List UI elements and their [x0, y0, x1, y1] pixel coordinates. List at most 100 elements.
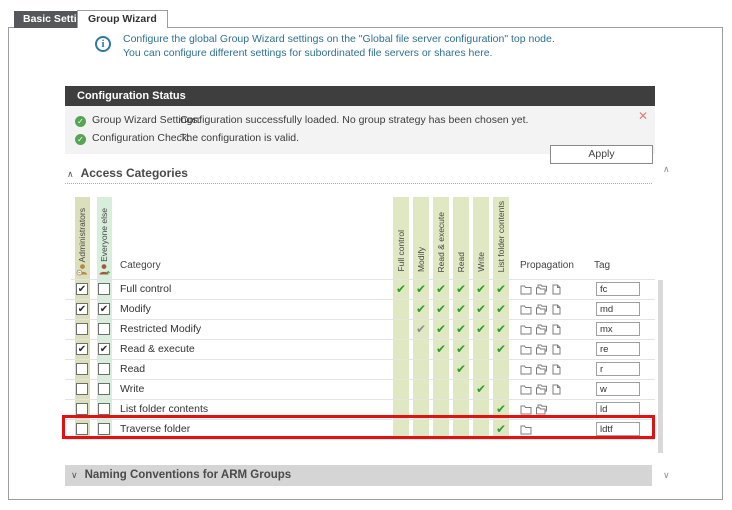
configuration-status-panel: Configuration Status ✓ Group Wizard Setti…: [65, 86, 655, 164]
everyone-checkbox[interactable]: ✔: [98, 343, 110, 355]
file-icon: [552, 364, 561, 375]
success-check-icon: ✓: [75, 116, 86, 127]
folder-icon: [520, 425, 532, 435]
check-mark: ✔: [435, 322, 447, 336]
folder-icon: [520, 365, 532, 375]
info-line-2: You can configure different settings for…: [123, 46, 493, 59]
status-item-message: The configuration is valid.: [180, 132, 300, 144]
category-label: List folder contents: [120, 403, 209, 415]
column-header-tag: Tag: [594, 260, 611, 271]
check-mark: ✔: [475, 382, 487, 396]
admin-checkbox[interactable]: ✔: [76, 343, 88, 355]
close-icon[interactable]: ✕: [638, 109, 648, 123]
category-label: Traverse folder: [120, 423, 191, 435]
check-mark: ✔: [495, 402, 507, 416]
collapse-up-icon: ∧: [67, 169, 74, 179]
column-header-list-folder-contents: List folder contents: [496, 200, 506, 272]
scrollbar-thumb[interactable]: [658, 280, 663, 453]
check-mark: ✔: [455, 322, 467, 336]
everyone-checkbox[interactable]: [98, 283, 110, 295]
admin-checkbox[interactable]: ✔: [76, 283, 88, 295]
propagation-icons: [520, 364, 561, 375]
naming-conventions-header[interactable]: ∨ Naming Conventions for ARM Groups: [65, 465, 652, 486]
file-icon: [552, 304, 561, 315]
propagation-icons: [520, 424, 532, 435]
tag-input[interactable]: [596, 322, 640, 336]
admin-checkbox[interactable]: [76, 363, 88, 375]
column-header-write: Write: [476, 252, 486, 272]
scroll-up-icon[interactable]: ∧: [663, 164, 670, 175]
status-item-label: Configuration Check:: [92, 132, 191, 144]
tab-group-wizard[interactable]: Group Wizard: [77, 10, 168, 28]
everyone-checkbox[interactable]: [98, 423, 110, 435]
table-row-read-execute: ✔ ✔ Read & execute ✔ ✔ ✔: [65, 340, 655, 360]
check-mark-grey: ✔: [415, 322, 427, 336]
table-row-read: Read ✔: [65, 360, 655, 380]
folder-icon: [520, 345, 532, 355]
category-label: Read & execute: [120, 343, 195, 355]
admin-checkbox[interactable]: [76, 383, 88, 395]
category-label: Write: [120, 383, 145, 395]
everyone-person-icon: [98, 263, 111, 279]
admin-key-icon: [76, 263, 89, 279]
access-categories-table: Administrators Everyone else Full contro…: [65, 195, 655, 445]
propagation-icons: [520, 324, 561, 335]
check-mark: ✔: [435, 302, 447, 316]
scroll-down-icon[interactable]: ∨: [663, 470, 670, 481]
check-mark: ✔: [455, 342, 467, 356]
admin-checkbox[interactable]: ✔: [76, 303, 88, 315]
table-row-full-control: ✔ Full control ✔ ✔ ✔ ✔ ✔ ✔: [65, 280, 655, 300]
propagation-icons: [520, 384, 561, 395]
collapse-down-icon: ∨: [71, 470, 78, 480]
tag-input[interactable]: [596, 422, 640, 436]
subfolders-icon: [536, 304, 547, 315]
column-header-everyone-else: Everyone else: [99, 208, 109, 262]
category-label: Modify: [120, 303, 151, 315]
everyone-checkbox[interactable]: [98, 403, 110, 415]
propagation-icons: [520, 284, 561, 295]
tag-input[interactable]: [596, 382, 640, 396]
configuration-status-title: Configuration Status: [65, 86, 655, 106]
category-label: Restricted Modify: [120, 323, 202, 335]
table-row-traverse-folder: Traverse folder ✔: [65, 420, 655, 440]
check-mark: ✔: [415, 302, 427, 316]
category-label: Read: [120, 363, 146, 375]
naming-conventions-title: Naming Conventions for ARM Groups: [84, 469, 292, 481]
admin-checkbox[interactable]: [76, 323, 88, 335]
check-mark: ✔: [415, 282, 427, 296]
check-mark: ✔: [435, 342, 447, 356]
subfolders-icon: [536, 384, 547, 395]
tag-input[interactable]: [596, 362, 640, 376]
tag-input[interactable]: [596, 402, 640, 416]
everyone-checkbox[interactable]: [98, 323, 110, 335]
admin-checkbox[interactable]: [76, 403, 88, 415]
check-mark: ✔: [495, 302, 507, 316]
admin-checkbox[interactable]: [76, 423, 88, 435]
folder-icon: [520, 385, 532, 395]
check-mark: ✔: [475, 302, 487, 316]
subfolders-icon: [536, 284, 547, 295]
everyone-checkbox[interactable]: [98, 363, 110, 375]
check-mark: ✔: [495, 322, 507, 336]
column-header-read: Read: [456, 251, 466, 272]
file-icon: [552, 284, 561, 295]
tag-input[interactable]: [596, 302, 640, 316]
folder-icon: [520, 405, 532, 415]
folder-icon: [520, 285, 532, 295]
everyone-checkbox[interactable]: ✔: [98, 303, 110, 315]
tag-input[interactable]: [596, 342, 640, 356]
tag-input[interactable]: [596, 282, 640, 296]
access-categories-header[interactable]: ∧ Access Categories: [65, 162, 652, 184]
check-mark: ✔: [495, 342, 507, 356]
column-header-category: Category: [120, 260, 161, 271]
subfolders-icon: [536, 344, 547, 355]
everyone-checkbox[interactable]: [98, 383, 110, 395]
file-icon: [552, 344, 561, 355]
propagation-icons: [520, 404, 548, 415]
table-row-list-folder-contents: List folder contents ✔: [65, 400, 655, 420]
table-row-modify: ✔ ✔ Modify ✔ ✔ ✔ ✔ ✔: [65, 300, 655, 320]
check-mark: ✔: [475, 282, 487, 296]
configuration-status-body: ✓ Group Wizard Settings:Configuration suc…: [65, 106, 655, 164]
check-mark: ✔: [455, 282, 467, 296]
folder-icon: [520, 325, 532, 335]
